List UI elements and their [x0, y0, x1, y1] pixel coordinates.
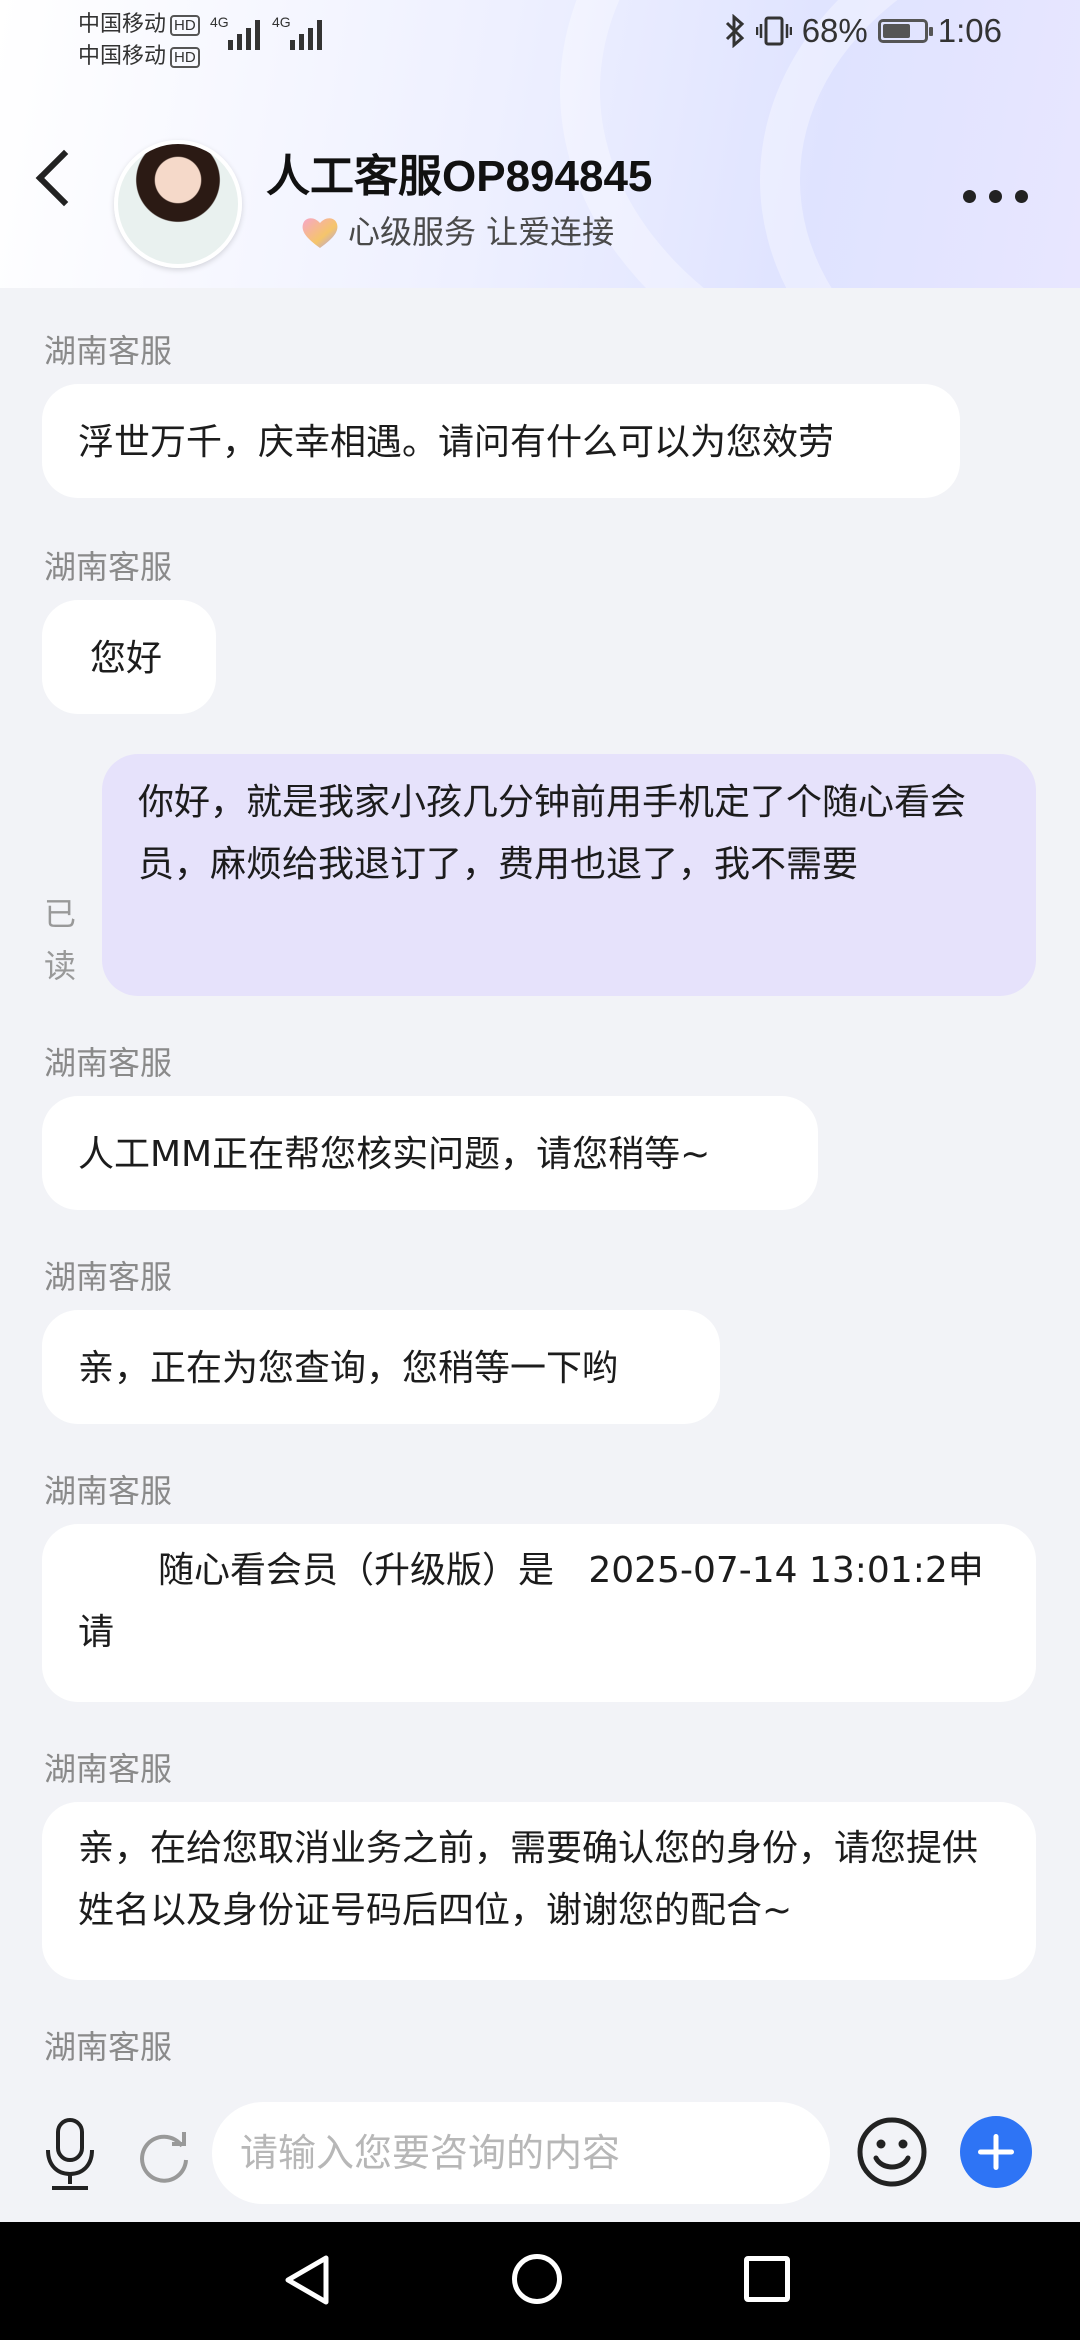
back-arrow-icon[interactable] — [35, 149, 93, 207]
chat-list[interactable]: 湖南客服 浮世万千，庆幸相遇。请问有什么可以为您效劳 湖南客服 您好 已读 你好… — [0, 288, 1080, 2094]
battery-percent: 68% — [801, 12, 868, 49]
sender-label: 湖南客服 — [44, 1258, 173, 1296]
message-bubble[interactable]: 亲，在给您取消业务之前，需要确认您的身份，请您提供姓名以及身份证号码后四位，谢谢… — [42, 1802, 1036, 1980]
my-message-bubble[interactable]: 你好，就是我家小孩几分钟前用手机定了个随心看会员，麻烦给我退订了，费用也退了，我… — [102, 754, 1036, 996]
nav-back-icon[interactable] — [282, 2254, 334, 2306]
more-dots-icon[interactable] — [963, 190, 1028, 203]
input-bar: 请输入您要咨询的内容 — [0, 2094, 1080, 2222]
system-nav-bar — [0, 2222, 1080, 2340]
bluetooth-icon — [725, 14, 744, 48]
read-status: 已读 — [44, 895, 77, 985]
nav-home-icon[interactable] — [512, 2254, 562, 2304]
message-bubble[interactable]: 亲，正在为您查询，您稍等一下哟 — [42, 1310, 720, 1424]
header-subtitle: 心级服务 让爱连接 — [348, 213, 615, 251]
vibrate-icon — [755, 16, 792, 46]
microphone-icon[interactable] — [42, 2116, 98, 2192]
battery-icon — [877, 19, 933, 43]
message-input[interactable]: 请输入您要咨询的内容 — [212, 2102, 830, 2204]
message-bubble[interactable]: 人工MM正在帮您核实问题，请您稍等~ — [42, 1096, 818, 1210]
status-right: 68% 1:06 — [724, 12, 1002, 50]
sender-label: 湖南客服 — [44, 1750, 173, 1788]
carrier-2: 中国移动 HD — [78, 38, 200, 70]
sender-label: 湖南客服 — [44, 1472, 173, 1510]
chat-header: 中国移动 HD 中国移动 HD 4G 4G 68% 1:06 人工客服OP89484… — [0, 0, 1080, 288]
sender-label: 湖南客服 — [44, 332, 173, 370]
page-title: 人工客服OP894845 — [266, 152, 653, 201]
clock: 1:06 — [937, 12, 1002, 49]
message-bubble[interactable]: 您好 — [42, 600, 216, 714]
heart-icon — [302, 218, 338, 248]
avatar[interactable] — [114, 140, 242, 268]
carrier-1: 中国移动 HD — [78, 6, 200, 38]
nav-recent-apps-icon[interactable] — [744, 2256, 790, 2302]
network-type-2: 4G — [272, 14, 291, 30]
network-type-1: 4G — [210, 14, 229, 30]
signal-icon — [228, 18, 260, 50]
message-bubble[interactable]: 随心看会员（升级版）是 2025-07-14 13:01:2申请 — [42, 1524, 1036, 1702]
plus-icon[interactable] — [960, 2116, 1032, 2188]
sender-label: 湖南客服 — [44, 1044, 173, 1082]
signal-icon — [290, 18, 322, 50]
status-bar: 中国移动 HD 中国移动 HD 4G 4G 68% 1:06 — [0, 0, 1080, 72]
battery-fill — [882, 24, 910, 38]
sender-label: 湖南客服 — [44, 548, 173, 586]
sender-label: 湖南客服 — [44, 2028, 173, 2066]
refresh-icon[interactable] — [136, 2130, 192, 2186]
message-bubble[interactable]: 浮世万千，庆幸相遇。请问有什么可以为您效劳 — [42, 384, 960, 498]
emoji-icon[interactable] — [856, 2116, 928, 2188]
